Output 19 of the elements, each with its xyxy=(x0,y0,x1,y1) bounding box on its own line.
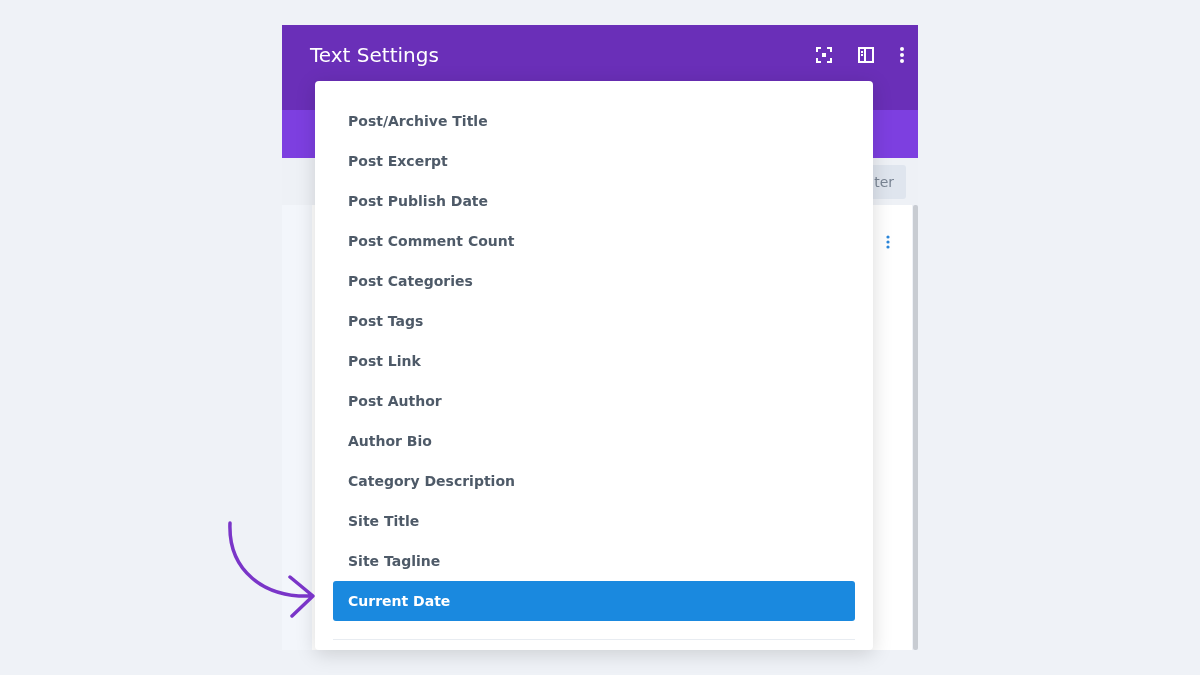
menu-item[interactable]: Post Author xyxy=(333,381,855,421)
menu-item[interactable]: Post/Archive Title xyxy=(333,101,855,141)
menu-item[interactable]: Site Title xyxy=(333,501,855,541)
scrollbar[interactable] xyxy=(913,205,918,650)
menu-item[interactable]: Site Tagline xyxy=(333,541,855,581)
window-title: Text Settings xyxy=(310,43,440,67)
more-options-icon[interactable] xyxy=(886,235,890,249)
menu-item[interactable]: Post Excerpt xyxy=(333,141,855,181)
more-options-icon[interactable] xyxy=(900,47,904,63)
menu-item[interactable]: Post Comment Count xyxy=(333,221,855,261)
menu-item[interactable]: Post Publish Date xyxy=(333,181,855,221)
menu-item[interactable]: Current Date xyxy=(333,581,855,621)
menu-item[interactable]: Post Categories xyxy=(333,261,855,301)
menu-item[interactable]: Author Bio xyxy=(333,421,855,461)
menu-item[interactable]: Category Description xyxy=(333,461,855,501)
menu-item[interactable]: Post Link xyxy=(333,341,855,381)
menu-item[interactable]: Post Tags xyxy=(333,301,855,341)
sidebar-layout-icon[interactable] xyxy=(858,47,874,63)
focus-icon[interactable] xyxy=(816,47,832,63)
